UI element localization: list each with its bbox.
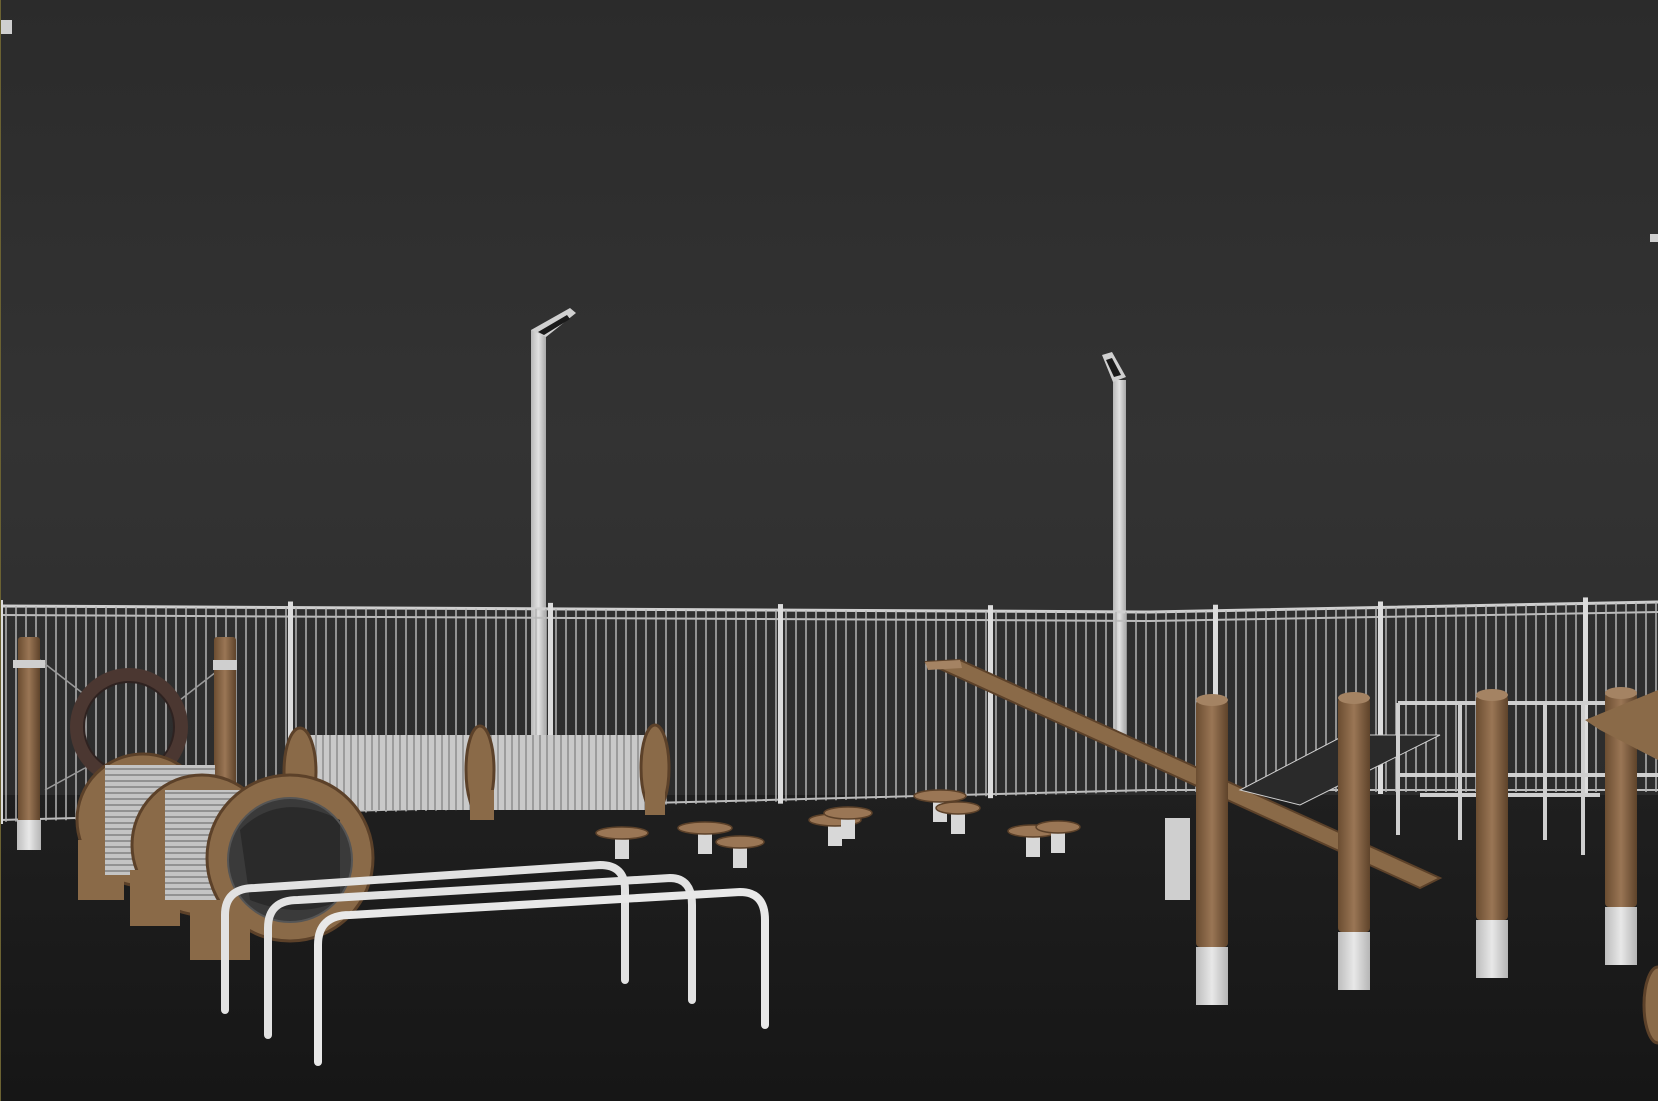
wooden-post (1476, 695, 1508, 920)
stool-seat (913, 789, 967, 803)
stool-seat (1035, 820, 1081, 834)
stool-seat (823, 806, 873, 820)
wooden-post (1338, 698, 1370, 932)
post-concrete-footing (1338, 932, 1370, 990)
wooden-post-top (1338, 692, 1370, 704)
viewport-marker-right (1650, 234, 1658, 242)
scene-render (0, 0, 1658, 1101)
post-concrete-footing (1605, 907, 1637, 965)
wooden-post-top (1605, 687, 1637, 699)
wooden-post (1196, 700, 1228, 947)
fence-post (988, 605, 993, 799)
viewport-marker-left (0, 20, 12, 34)
stool-seat (715, 835, 765, 849)
post-concrete-footing (1196, 947, 1228, 1005)
wooden-post-top (1196, 694, 1228, 706)
stool-seat (935, 801, 981, 815)
stool-seat (677, 821, 733, 835)
fence-post (778, 604, 783, 804)
stool-seat (595, 826, 649, 840)
post-concrete-footing (1476, 920, 1508, 978)
fence-post (0, 600, 3, 824)
sky-backdrop (0, 0, 1658, 800)
render-viewport[interactable] (0, 0, 1658, 1101)
wooden-post-top (1476, 689, 1508, 701)
